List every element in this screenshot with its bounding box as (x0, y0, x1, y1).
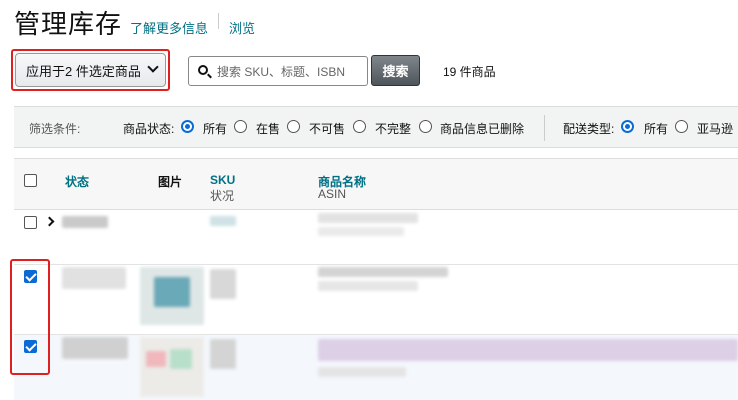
column-sku[interactable]: SKU (210, 173, 235, 187)
filter-divider (544, 115, 545, 141)
status-radio-active[interactable] (234, 120, 247, 133)
status-radio-deleted[interactable] (419, 120, 432, 133)
search-button[interactable]: 搜索 (371, 55, 420, 86)
name-placeholder (318, 339, 738, 361)
status-radio-inactive[interactable] (287, 120, 300, 133)
page-title: 管理库存 (14, 9, 123, 39)
status-radio-all[interactable] (181, 120, 194, 133)
name-placeholder (318, 213, 418, 223)
asin-placeholder (318, 227, 404, 236)
select-all-checkbox[interactable] (24, 174, 37, 187)
product-image-detail (154, 277, 190, 307)
fulfillment-filter-label: 配送类型: (563, 122, 615, 136)
sku-placeholder (210, 269, 236, 299)
fulfillment-option-amazon: 亚马逊 (697, 122, 734, 136)
column-image: 图片 (158, 175, 183, 189)
asin-placeholder (318, 281, 418, 291)
fulfillment-radio-amazon[interactable] (675, 120, 688, 133)
highlight-box-selected-rows (10, 259, 50, 375)
row-checkbox[interactable] (24, 216, 37, 229)
table-row (14, 210, 738, 265)
sku-placeholder (210, 216, 236, 226)
status-placeholder (62, 337, 128, 359)
filter-label: 筛选条件: (29, 122, 81, 136)
search-placeholder: 搜索 SKU、标题、ISBN (217, 64, 346, 79)
status-option-incomplete: 不完整 (375, 122, 412, 136)
status-placeholder (62, 216, 108, 228)
page-header: 管理库存 了解更多信息 浏览 (14, 4, 255, 39)
column-status[interactable]: 状态 (65, 173, 89, 190)
table-row (14, 265, 738, 335)
fulfillment-option-all: 所有 (644, 122, 669, 136)
filter-bar: 筛选条件: 商品状态: 所有 在售 不可售 不完整 商品信息已删除 配送类型: … (14, 106, 738, 148)
learn-more-link[interactable]: 了解更多信息 (130, 18, 208, 37)
search-icon (198, 65, 208, 75)
status-filter-label: 商品状态: (123, 122, 175, 136)
browse-link[interactable]: 浏览 (229, 18, 255, 37)
status-option-inactive: 不可售 (309, 122, 346, 136)
expand-chevron-icon[interactable] (44, 216, 55, 227)
product-image-detail (170, 349, 192, 369)
status-option-deleted: 商品信息已删除 (440, 122, 525, 136)
status-option-all: 所有 (203, 122, 228, 136)
table-header: 状态 图片 SKU 状况 商品名称 ASIN (14, 158, 738, 210)
fulfillment-radio-all[interactable] (621, 120, 634, 133)
result-count: 19 件商品 (443, 65, 496, 79)
sku-placeholder (210, 339, 236, 369)
status-placeholder (62, 267, 126, 289)
table-row (14, 335, 738, 400)
product-image-detail (146, 351, 166, 367)
search-input[interactable]: 搜索 SKU、标题、ISBN (188, 56, 368, 86)
column-asin: ASIN (318, 187, 347, 201)
asin-placeholder (318, 367, 406, 377)
header-divider (218, 13, 220, 29)
column-condition: 状况 (210, 189, 235, 203)
status-option-active: 在售 (256, 122, 281, 136)
name-placeholder (318, 267, 448, 277)
status-radio-incomplete[interactable] (353, 120, 366, 133)
highlight-box-bulk-action (11, 49, 170, 91)
